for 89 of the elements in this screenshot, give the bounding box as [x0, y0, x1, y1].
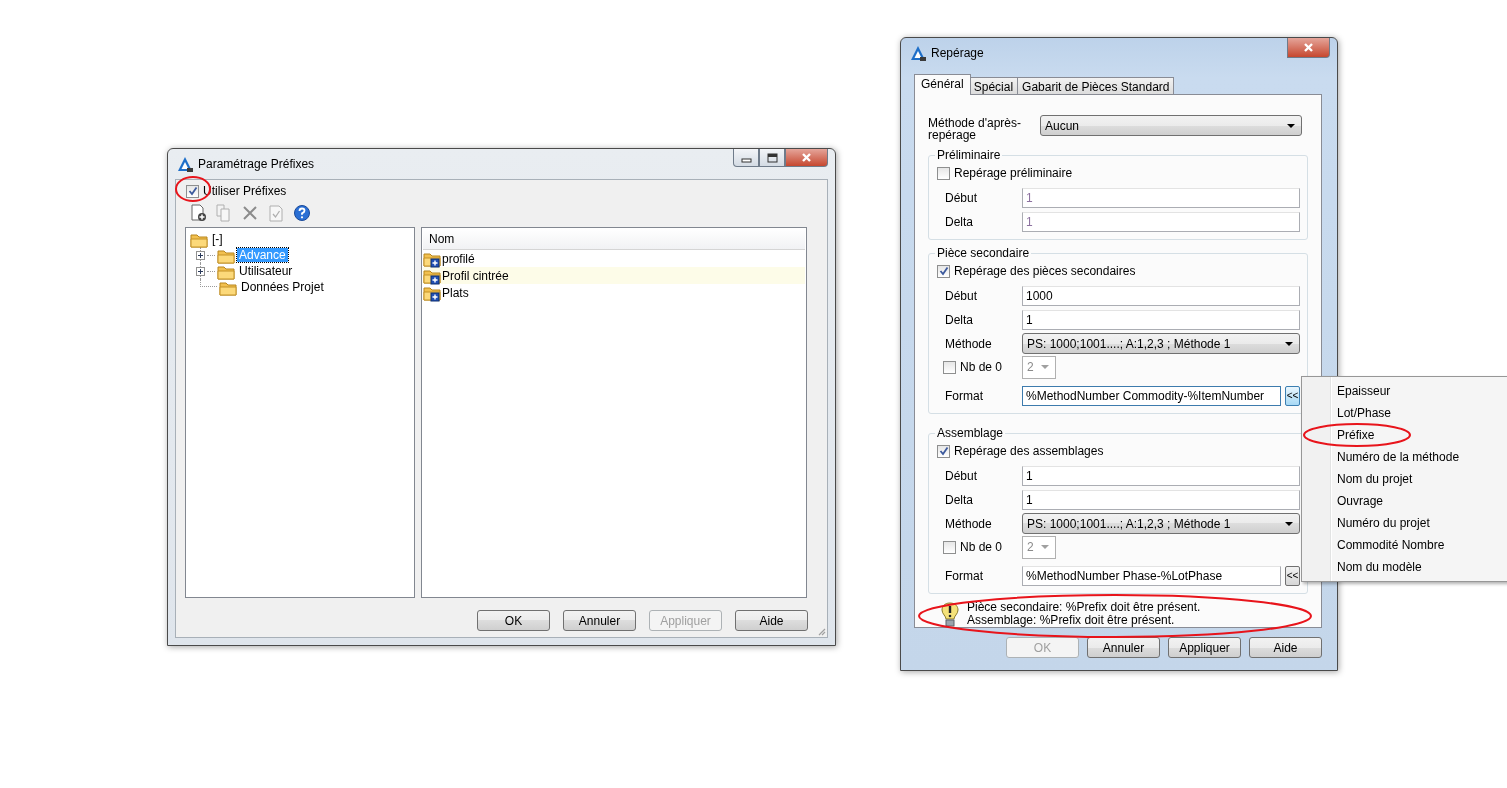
dropdown[interactable]: PS: 1000;1001....; A:1,2,3 ; Méthode 1	[1022, 333, 1300, 354]
menu-item[interactable]: Numéro de la méthode	[1337, 450, 1460, 464]
field-label: Début	[945, 288, 979, 303]
minimize-button[interactable]	[733, 149, 759, 167]
dialog-button[interactable]: Aide	[735, 610, 808, 631]
tab[interactable]: Gabarit de Pièces Standard	[1017, 77, 1175, 94]
field-label: Delta	[945, 312, 974, 327]
info-message: Assemblage: %Prefix doit être présent.	[967, 614, 1175, 627]
dropdown-arrow-icon	[1041, 365, 1049, 369]
checkbox[interactable]	[937, 166, 950, 180]
help-icon[interactable]	[293, 204, 311, 222]
list-row[interactable]: Profil cintrée	[423, 267, 805, 284]
resize-grip-icon	[816, 626, 826, 636]
list-item-name: profilé	[442, 251, 475, 266]
dialog-button[interactable]: Annuler	[1087, 637, 1160, 658]
insert-button[interactable]: <<	[1285, 565, 1300, 586]
dialog-button[interactable]: OK	[477, 610, 550, 631]
close-button[interactable]	[785, 149, 828, 167]
field-label: Format	[945, 568, 984, 583]
new-document-icon[interactable]	[189, 204, 207, 222]
checkmark-icon	[938, 266, 949, 276]
app-logo-icon	[910, 45, 926, 61]
dialog-button[interactable]: Annuler	[563, 610, 636, 631]
menu-item[interactable]: Epaisseur	[1337, 384, 1391, 398]
tree-item[interactable]: Données Projet	[239, 280, 326, 294]
list-item-name: Profil cintrée	[442, 268, 509, 283]
lightbulb-icon	[941, 601, 959, 627]
input-field[interactable]: 1	[1022, 465, 1300, 486]
field-label: Format	[945, 388, 984, 403]
checkbox-label: Repérage des pièces secondaires	[954, 264, 1136, 278]
dropdown-arrow-icon	[1287, 123, 1295, 128]
field-label: Méthode d'après-repérage	[928, 117, 1022, 141]
checkmark-icon	[187, 186, 198, 196]
tab[interactable]: Spécial	[968, 77, 1019, 94]
checkbox[interactable]	[937, 264, 950, 278]
dropdown-arrow-icon	[1285, 341, 1293, 346]
tab[interactable]: Général	[914, 74, 971, 95]
menu-item[interactable]: Ouvrage	[1337, 494, 1384, 508]
menu-item[interactable]: Lot/Phase	[1337, 406, 1392, 420]
maximize-button[interactable]	[759, 149, 785, 167]
field-label: Méthode	[945, 336, 993, 351]
checkbox-label: Nb de 0	[960, 540, 1003, 554]
maximize-icon	[766, 152, 778, 163]
close-icon	[801, 152, 812, 163]
checkmark-icon	[938, 446, 949, 456]
window-title: Repérage	[931, 46, 985, 60]
menu-item[interactable]: Numéro du projet	[1337, 516, 1430, 530]
dropdown-arrow-icon	[1041, 545, 1049, 549]
input-field[interactable]: 1	[1022, 489, 1300, 510]
field-label: Méthode	[945, 516, 993, 531]
field-label: Delta	[945, 492, 974, 507]
dropdown[interactable]: Aucun	[1040, 115, 1302, 136]
list-item-name: Plats	[442, 285, 469, 300]
window-title: Paramétrage Préfixes	[198, 157, 316, 171]
menu-item[interactable]: Commodité Nombre	[1337, 538, 1445, 552]
info-message: Pièce secondaire: %Prefix doit être présent.	[967, 601, 1201, 614]
field-label: Début	[945, 190, 979, 205]
insert-button[interactable]: <<	[1285, 385, 1300, 406]
checkbox-label: Repérage des assemblages	[954, 444, 1104, 458]
tree-item[interactable]: Utilisateur	[237, 264, 295, 278]
menu-item[interactable]: Nom du projet	[1337, 472, 1413, 486]
app-logo-icon	[177, 156, 193, 172]
plus-icon	[197, 251, 204, 259]
input-field[interactable]: %MethodNumber Commodity-%ItemNumber	[1022, 385, 1281, 406]
checkbox[interactable]	[186, 184, 199, 198]
close-button[interactable]	[1287, 38, 1330, 58]
dropdown[interactable]: PS: 1000;1001....; A:1,2,3 ; Méthode 1	[1022, 513, 1300, 534]
dialog-button[interactable]: Aide	[1249, 637, 1322, 658]
input-field[interactable]: 1	[1022, 309, 1300, 330]
expand-toggle[interactable]	[196, 250, 205, 260]
input-field[interactable]: 1000	[1022, 285, 1300, 306]
menu-item[interactable]: Nom du modèle	[1337, 560, 1422, 574]
plus-icon	[197, 267, 204, 275]
list-row[interactable]: profilé	[423, 250, 805, 267]
close-icon	[1303, 42, 1314, 53]
group-title: Assemblage	[936, 426, 1005, 440]
checkbox-label: Repérage préliminaire	[954, 166, 1073, 180]
list-row[interactable]: Plats	[423, 284, 805, 301]
input-field[interactable]: %MethodNumber Phase-%LotPhase	[1022, 565, 1281, 586]
field-label: Début	[945, 468, 979, 483]
group-title: Pièce secondaire	[936, 246, 1031, 260]
checkbox[interactable]	[937, 444, 950, 458]
tree-item[interactable]: [-]	[210, 232, 225, 246]
group-title: Préliminaire	[936, 148, 1002, 162]
checkbox-label: Nb de 0	[960, 360, 1003, 374]
expand-toggle[interactable]	[196, 266, 205, 276]
dialog-button[interactable]: Appliquer	[1168, 637, 1241, 658]
dropdown-arrow-icon	[1285, 521, 1293, 526]
field-label: Delta	[945, 214, 974, 229]
